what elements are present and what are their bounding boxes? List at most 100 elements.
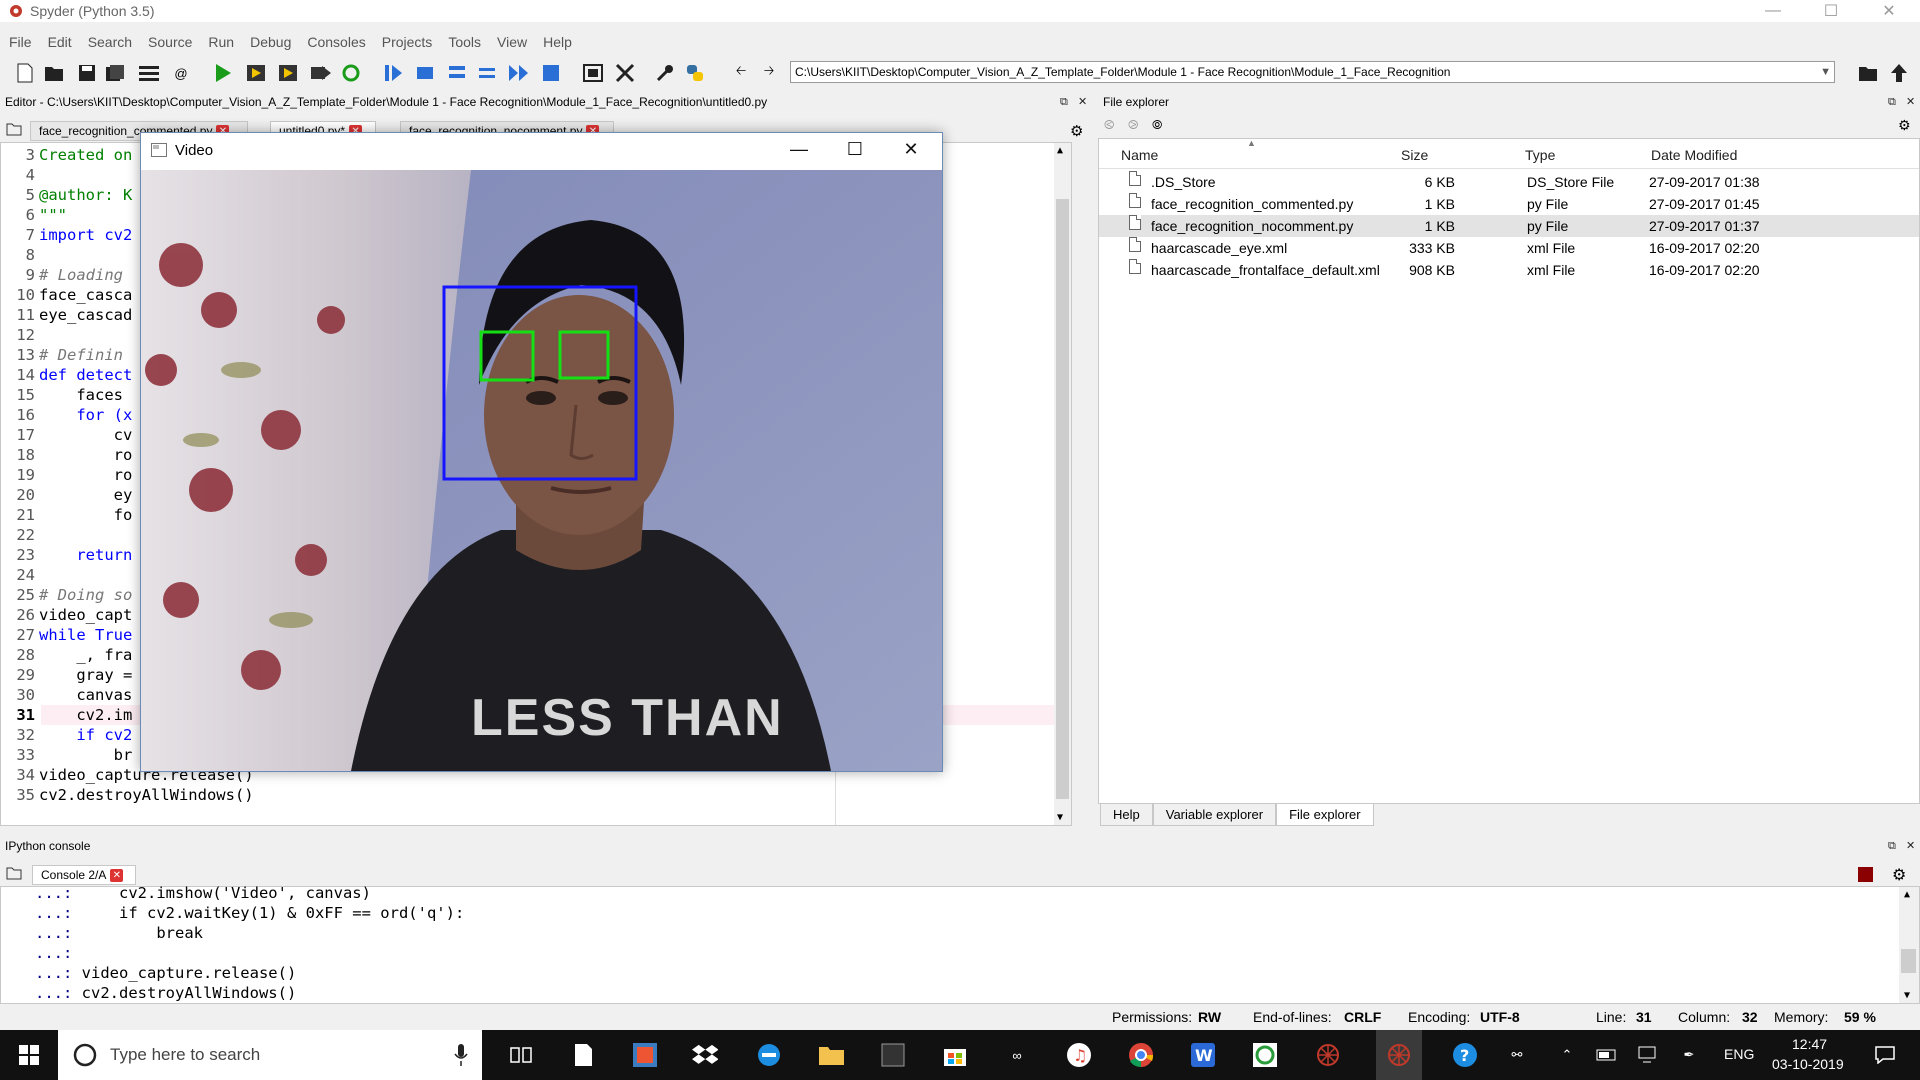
code-line[interactable]: 33 br: [1, 745, 132, 765]
undock-icon[interactable]: ⧉: [1060, 92, 1068, 112]
code-line[interactable]: 6 """: [1, 205, 67, 225]
code-line[interactable]: 5 @author: K: [1, 185, 133, 205]
chrome-icon[interactable]: [1128, 1042, 1154, 1068]
code-line[interactable]: 30 canvas: [1, 685, 132, 705]
code-line[interactable]: 14 def detect: [1, 365, 132, 385]
open-file-icon[interactable]: [42, 60, 68, 86]
video-close-button[interactable]: ✕: [889, 139, 933, 163]
file-row[interactable]: haarcascade_eye.xml 333 KB xml File 16-09-2…: [1099, 237, 1919, 259]
code-line[interactable]: 26 video_capt: [1, 605, 132, 625]
menu-edit[interactable]: Edit: [48, 34, 72, 50]
python-path-icon[interactable]: [682, 60, 708, 86]
column-type[interactable]: Type: [1525, 147, 1555, 163]
tab-console[interactable]: Console 2/A ✕: [32, 865, 136, 885]
code-line[interactable]: 3 Created on: [1, 145, 133, 165]
step-return-icon[interactable]: [474, 60, 500, 86]
browse-folder-icon[interactable]: [1856, 60, 1882, 86]
run-cell-icon[interactable]: [244, 60, 270, 86]
back-arrow-icon[interactable]: 🡠: [728, 60, 754, 86]
pen-icon[interactable]: ✒: [1676, 1042, 1702, 1068]
fullscreen-icon[interactable]: [612, 60, 638, 86]
menu-help[interactable]: Help: [543, 34, 572, 50]
save-all-icon[interactable]: [102, 60, 128, 86]
run-selection-icon[interactable]: [308, 60, 334, 86]
code-line[interactable]: 31 cv2.im: [1, 705, 132, 725]
file-explorer-panel[interactable]: Name ▲ Size Type Date Modified .DS_Store…: [1098, 138, 1920, 804]
chevron-up-icon[interactable]: ⌃: [1554, 1042, 1580, 1068]
file-row[interactable]: .DS_Store 6 KB DS_Store File 27-09-2017 01:…: [1099, 171, 1919, 193]
scroll-up-icon[interactable]: ▲: [1904, 889, 1910, 900]
code-line[interactable]: 21 fo: [1, 505, 132, 525]
task-view-icon[interactable]: [508, 1042, 534, 1068]
menu-view[interactable]: View: [497, 34, 527, 50]
itunes-icon[interactable]: ♫: [1066, 1042, 1092, 1068]
close-tab-icon[interactable]: ✕: [110, 869, 124, 883]
video-titlebar[interactable]: Video — ☐ ✕: [141, 133, 942, 170]
undock-icon[interactable]: ⧉: [1888, 92, 1896, 112]
code-line[interactable]: 15 faces: [1, 385, 123, 405]
close-button[interactable]: ✕: [1866, 0, 1912, 22]
maximize-button[interactable]: ☐: [1808, 0, 1854, 22]
back-icon[interactable]: ⧀: [1104, 117, 1114, 133]
new-file-icon[interactable]: [12, 60, 38, 86]
column-size[interactable]: Size: [1401, 147, 1428, 163]
list-icon[interactable]: [136, 60, 162, 86]
code-line[interactable]: 8: [1, 245, 39, 265]
code-line[interactable]: 28 _, fra: [1, 645, 132, 665]
console-scrollbar[interactable]: ▲ ▼: [1899, 887, 1919, 1003]
file-row[interactable]: face_recognition_commented.py 1 KB py File…: [1099, 193, 1919, 215]
code-line[interactable]: 10 face_casca: [1, 285, 132, 305]
code-line[interactable]: 22: [1, 525, 39, 545]
at-icon[interactable]: @: [168, 60, 194, 86]
run-cell-advance-icon[interactable]: [276, 60, 302, 86]
code-line[interactable]: 9 # Loading: [1, 265, 123, 285]
code-line[interactable]: 27 while True: [1, 625, 132, 645]
file-row[interactable]: haarcascade_frontalface_default.xml 908 K…: [1099, 259, 1919, 281]
menu-tools[interactable]: Tools: [448, 34, 481, 50]
menu-source[interactable]: Source: [148, 34, 192, 50]
tab-variable-explorer[interactable]: Variable explorer: [1152, 804, 1277, 826]
scrollbar-thumb[interactable]: [1056, 199, 1069, 799]
gear-icon[interactable]: ⚙: [1892, 865, 1906, 885]
language-indicator[interactable]: ENG: [1724, 1046, 1754, 1062]
code-line[interactable]: 7 import cv2: [1, 225, 133, 245]
code-line[interactable]: 25 # Doing so: [1, 585, 132, 605]
video-minimize-button[interactable]: —: [777, 139, 821, 163]
code-line[interactable]: 29 gray =: [1, 665, 132, 685]
close-pane-icon[interactable]: ✕: [1906, 836, 1915, 856]
code-line[interactable]: 4: [1, 165, 39, 185]
ipython-console[interactable]: ...: cv2.imshow('Video', canvas) ...: if…: [0, 884, 1920, 1004]
clock-time[interactable]: 12:47: [1792, 1036, 1827, 1052]
video-window[interactable]: Video — ☐ ✕ LESS THAN: [140, 132, 943, 772]
menu-debug[interactable]: Debug: [250, 34, 291, 50]
parent-directory-icon[interactable]: [1886, 60, 1912, 86]
taskbar-search-input[interactable]: Type here to search: [58, 1030, 482, 1080]
step-into-icon[interactable]: [444, 60, 470, 86]
run-icon[interactable]: [210, 60, 236, 86]
continue-icon[interactable]: [506, 60, 532, 86]
code-line[interactable]: 20 ey: [1, 485, 132, 505]
forward-arrow-icon[interactable]: 🡢: [756, 60, 782, 86]
gear-icon[interactable]: ⚙: [1070, 122, 1083, 140]
scrollbar-thumb[interactable]: [1901, 949, 1916, 973]
forward-icon[interactable]: ⧁: [1128, 117, 1138, 133]
code-line[interactable]: 13 # Definin: [1, 345, 123, 365]
menu-projects[interactable]: Projects: [382, 34, 433, 50]
file-explorer-icon[interactable]: [818, 1042, 844, 1068]
circle-app-icon[interactable]: [1252, 1042, 1278, 1068]
browse-tabs-icon[interactable]: [6, 122, 22, 139]
scroll-down-icon[interactable]: ▼: [1057, 812, 1063, 823]
column-name[interactable]: Name: [1121, 147, 1158, 163]
app-window-icon[interactable]: [880, 1042, 906, 1068]
spyder-taskbar-icon[interactable]: [1314, 1042, 1340, 1068]
scroll-up-icon[interactable]: ▲: [1057, 145, 1063, 156]
code-line[interactable]: 35 cv2.destroyAllWindows(): [1, 785, 253, 805]
step-icon[interactable]: [412, 60, 438, 86]
snipping-tool-icon[interactable]: [632, 1042, 658, 1068]
stop-kernel-icon[interactable]: [1858, 867, 1873, 882]
maximize-pane-icon[interactable]: [580, 60, 606, 86]
preferences-wrench-icon[interactable]: [652, 60, 678, 86]
code-line[interactable]: 23 return: [1, 545, 132, 565]
minimize-button[interactable]: —: [1750, 0, 1796, 22]
dropbox-icon[interactable]: [692, 1042, 718, 1068]
